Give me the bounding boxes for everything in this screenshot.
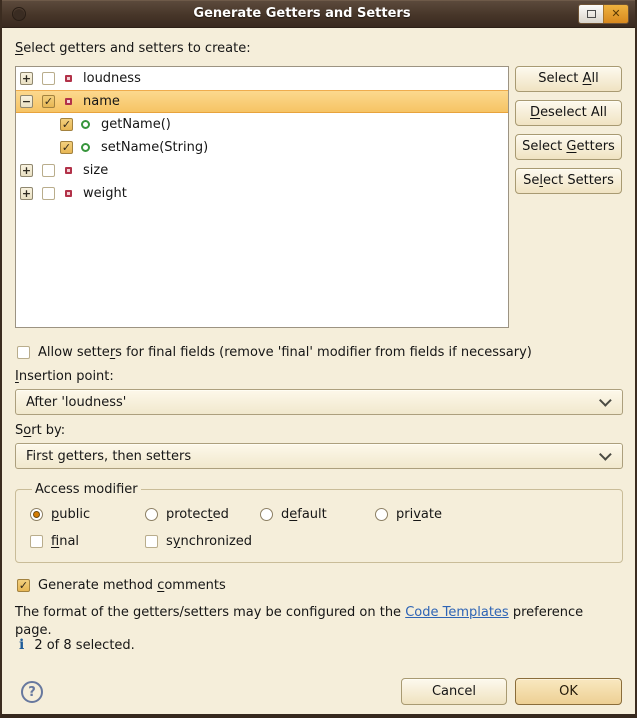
checkbox-final[interactable]: final (30, 532, 145, 550)
window-title: Generate Getters and Setters (26, 6, 578, 21)
field-icon (65, 190, 72, 197)
field-icon (65, 98, 72, 105)
allow-setters-checkbox[interactable] (17, 346, 30, 359)
checkbox-final-label: final (51, 534, 79, 549)
expand-icon[interactable]: + (20, 72, 33, 85)
dialog-body: Select getters and setters to create: + … (2, 28, 635, 705)
checkbox-synchronized[interactable]: synchronized (145, 532, 260, 550)
select-setters-button[interactable]: Select Setters (515, 168, 622, 194)
insertion-point-value: After 'loudness' (26, 395, 603, 410)
access-modifier-group: Access modifier public protected default… (15, 482, 623, 563)
checkbox-weight[interactable] (42, 187, 55, 200)
checkbox-loudness[interactable] (42, 72, 55, 85)
insertion-point-dropdown[interactable]: After 'loudness' (15, 389, 623, 415)
radio-protected-label: protected (166, 507, 229, 522)
window-buttons: ✕ (578, 4, 629, 24)
select-all-button[interactable]: Select All (515, 66, 622, 92)
expand-icon[interactable]: + (20, 164, 33, 177)
note-text-before: The format of the getters/setters may be… (15, 605, 405, 620)
radio-icon[interactable] (145, 508, 158, 521)
maximize-icon (587, 10, 596, 18)
tree-row-getname[interactable]: ✓ getName() (16, 113, 508, 136)
generate-comments-checkbox[interactable]: ✓ (17, 579, 30, 592)
insertion-point-label: Insertion point: (15, 369, 622, 385)
sort-by-dropdown[interactable]: First getters, then setters (15, 443, 623, 469)
tree-item-label: weight (83, 186, 127, 201)
allow-setters-row[interactable]: Allow setters for final fields (remove '… (15, 343, 622, 361)
code-templates-note: The format of the getters/setters may be… (15, 604, 622, 622)
tree-item-label: getName() (101, 117, 171, 132)
tree-row-name[interactable]: − ✓ name (16, 90, 508, 113)
status-row: i 2 of 8 selected. (15, 636, 622, 654)
checkbox-setname[interactable]: ✓ (60, 141, 73, 154)
radio-private[interactable]: private (375, 505, 608, 523)
radio-icon[interactable] (260, 508, 273, 521)
radio-icon[interactable] (30, 508, 43, 521)
tree-row-setname[interactable]: ✓ setName(String) (16, 136, 508, 159)
ok-button[interactable]: OK (515, 678, 622, 705)
field-icon (65, 75, 72, 82)
tree-item-label: name (83, 94, 120, 109)
radio-public-label: public (51, 507, 90, 522)
checkbox-name[interactable]: ✓ (42, 95, 55, 108)
status-text: 2 of 8 selected. (34, 638, 134, 653)
collapse-icon[interactable]: − (20, 95, 33, 108)
maximize-button[interactable] (579, 5, 603, 23)
help-button[interactable]: ? (21, 681, 43, 703)
info-icon: i (19, 637, 24, 653)
radio-protected[interactable]: protected (145, 505, 260, 523)
radio-private-label: private (396, 507, 442, 522)
selection-buttons: Select All Deselect All Select Getters S… (515, 66, 622, 328)
sort-by-label: Sort by: (15, 423, 622, 439)
checkbox-icon[interactable] (30, 535, 43, 548)
select-getters-button[interactable]: Select Getters (515, 134, 622, 160)
tree-row-loudness[interactable]: + loudness (16, 67, 508, 90)
tree-item-label: size (83, 163, 108, 178)
deselect-all-button[interactable]: Deselect All (515, 100, 622, 126)
access-modifier-legend: Access modifier (32, 482, 141, 497)
close-button[interactable]: ✕ (603, 5, 628, 23)
sort-by-value: First getters, then setters (26, 449, 603, 464)
expand-icon[interactable]: + (20, 187, 33, 200)
method-icon (81, 143, 90, 152)
method-icon (81, 120, 90, 129)
checkbox-icon[interactable] (145, 535, 158, 548)
tree-item-label: loudness (83, 71, 141, 86)
checkbox-getname[interactable]: ✓ (60, 118, 73, 131)
allow-setters-label: Allow setters for final fields (remove '… (38, 345, 532, 360)
radio-public[interactable]: public (30, 505, 145, 523)
titlebar[interactable]: Generate Getters and Setters ✕ (2, 0, 635, 28)
cancel-button[interactable]: Cancel (401, 678, 507, 705)
generate-comments-row[interactable]: ✓ Generate method comments (15, 576, 622, 594)
field-icon (65, 167, 72, 174)
tree-item-label: setName(String) (101, 140, 208, 155)
generate-comments-label: Generate method comments (38, 578, 226, 593)
radio-icon[interactable] (375, 508, 388, 521)
checkbox-size[interactable] (42, 164, 55, 177)
checkbox-synchronized-label: synchronized (166, 534, 252, 549)
window-menu-icon[interactable] (12, 7, 26, 21)
tree-row-size[interactable]: + size (16, 159, 508, 182)
dialog-footer: ? Cancel OK (15, 678, 622, 705)
generate-getters-setters-dialog: Generate Getters and Setters ✕ Select ge… (0, 0, 637, 718)
radio-default-label: default (281, 507, 327, 522)
radio-default[interactable]: default (260, 505, 375, 523)
tree-caption: Select getters and setters to create: (15, 41, 622, 57)
code-templates-link[interactable]: Code Templates (405, 605, 509, 620)
getter-setter-tree[interactable]: + loudness − ✓ name ✓ getName() (15, 66, 509, 328)
tree-row-weight[interactable]: + weight (16, 182, 508, 205)
